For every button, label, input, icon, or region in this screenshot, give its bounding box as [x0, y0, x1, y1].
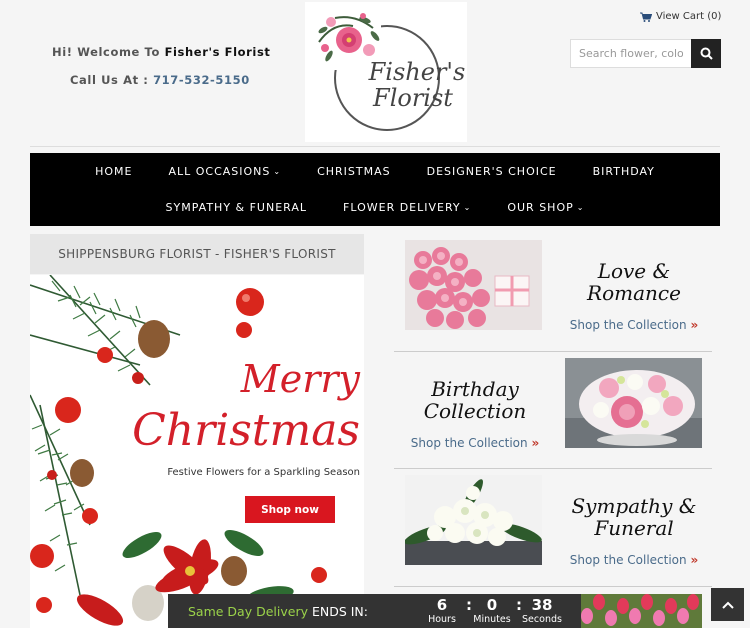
countdown-hours: 6 Hours — [418, 596, 466, 626]
shop-collection-link[interactable]: Shop the Collection » — [400, 436, 550, 450]
collection-title-line2: Romance — [587, 281, 681, 305]
countdown-label: Same Day Delivery ENDS IN: — [188, 604, 368, 619]
nav-item-flower-delivery[interactable]: FLOWER DELIVERY ⌄ — [325, 201, 489, 214]
countdown-timer: 6 Hours : 0 Minutes : 38 Seconds — [418, 596, 566, 626]
nav-label: DESIGNER'S CHOICE — [426, 165, 557, 178]
collection-image[interactable] — [565, 358, 702, 448]
countdown-hours-value: 6 — [436, 596, 448, 614]
main-nav: HOME ALL OCCASIONS ⌄ CHRISTMAS DESIGNER'S… — [30, 153, 720, 226]
double-chevron-right-icon: » — [690, 318, 699, 332]
nav-label: CHRISTMAS — [317, 165, 391, 178]
collection-image[interactable] — [405, 475, 542, 565]
nav-item-christmas[interactable]: CHRISTMAS — [299, 165, 409, 178]
chevron-down-icon: ⌄ — [273, 167, 282, 176]
welcome-shop-name: Fisher's Florist — [164, 45, 271, 59]
call-us-text: Call Us At : 717-532-5150 — [70, 73, 250, 87]
promo-merry-text: Merry — [240, 357, 360, 401]
collection-sympathy-funeral: Sympathy & Funeral Shop the Collection » — [394, 469, 712, 586]
welcome-prefix: Hi! Welcome To — [52, 45, 165, 59]
nav-item-home[interactable]: HOME — [77, 165, 150, 178]
collection-text: Sympathy & Funeral Shop the Collection » — [559, 495, 709, 567]
site-header: Hi! Welcome To Fisher's Florist Call Us … — [0, 0, 750, 146]
nav-row-2: SYMPATHY & FUNERAL FLOWER DELIVERY ⌄ OUR … — [30, 201, 720, 214]
funeral-spray-image — [405, 475, 542, 565]
nav-label: HOME — [95, 165, 133, 178]
nav-item-birthday[interactable]: BIRTHDAY — [575, 165, 673, 178]
shop-collection-link[interactable]: Shop the Collection » — [559, 318, 709, 332]
cart-icon — [640, 12, 652, 22]
collection-title-line1: Birthday — [431, 377, 519, 401]
search-button[interactable] — [691, 39, 721, 68]
nav-label: OUR SHOP — [507, 201, 574, 214]
collection-image-partial[interactable] — [565, 594, 702, 628]
double-chevron-right-icon: » — [690, 553, 699, 567]
countdown-label-highlight: Same Day Delivery — [188, 603, 308, 619]
nav-item-designers-choice[interactable]: DESIGNER'S CHOICE — [409, 165, 575, 178]
site-logo[interactable]: Fisher's Florist — [305, 2, 467, 142]
nav-row-1: HOME ALL OCCASIONS ⌄ CHRISTMAS DESIGNER'S… — [30, 165, 720, 178]
collection-divider — [394, 586, 712, 587]
birthday-bouquet-image — [565, 358, 702, 448]
nav-label: SYMPATHY & FUNERAL — [165, 201, 308, 214]
phone-link[interactable]: 717-532-5150 — [153, 73, 250, 87]
collection-title: Sympathy & Funeral — [559, 495, 709, 539]
same-day-delivery-countdown: Same Day Delivery ENDS IN: 6 Hours : 0 M… — [168, 594, 581, 628]
countdown-label-suffix: ENDS IN: — [307, 603, 368, 619]
welcome-text: Hi! Welcome To Fisher's Florist — [52, 45, 271, 59]
chevron-up-icon — [721, 601, 734, 609]
nav-item-sympathy-funeral[interactable]: SYMPATHY & FUNERAL — [148, 201, 325, 214]
nav-label: ALL OCCASIONS — [168, 165, 271, 178]
nav-item-our-shop[interactable]: OUR SHOP ⌄ — [489, 201, 602, 214]
logo-text-line2: Florist — [372, 84, 453, 112]
shop-collection-link[interactable]: Shop the Collection » — [559, 553, 709, 567]
collection-love-romance: Love & Romance Shop the Collection » — [394, 234, 712, 351]
countdown-minutes-label: Minutes — [473, 614, 511, 625]
chevron-down-icon: ⌄ — [463, 203, 472, 212]
nav-label: BIRTHDAY — [592, 165, 655, 178]
shop-collection-label: Shop the Collection — [569, 318, 687, 332]
countdown-seconds-label: Seconds — [522, 614, 562, 625]
collection-title: Love & Romance — [559, 260, 709, 304]
countdown-minutes-value: 0 — [486, 596, 498, 614]
double-chevron-right-icon: » — [531, 436, 540, 450]
promo-heading: SHIPPENSBURG FLORIST - FISHER'S FLORIST — [30, 234, 364, 274]
search-form — [570, 39, 721, 68]
collection-title-line2: Collection — [423, 399, 527, 423]
search-icon — [700, 47, 713, 60]
collection-title-line1: Love & — [597, 259, 671, 283]
collection-text: Birthday Collection Shop the Collection … — [400, 378, 550, 450]
promo-christmas-text: Christmas — [132, 405, 360, 456]
collection-title: Birthday Collection — [400, 378, 550, 422]
collection-birthday: Birthday Collection Shop the Collection … — [394, 352, 712, 469]
header-divider — [30, 146, 720, 147]
promo-tagline: Festive Flowers for a Sparkling Season — [167, 467, 360, 478]
logo-graphic: Fisher's Florist — [309, 10, 466, 131]
nav-item-all-occasions[interactable]: ALL OCCASIONS ⌄ — [150, 165, 299, 178]
shop-collection-label: Shop the Collection — [569, 553, 687, 567]
chevron-down-icon: ⌄ — [576, 203, 585, 212]
view-cart-link[interactable]: View Cart (0) — [640, 11, 721, 22]
collection-image[interactable] — [405, 240, 542, 330]
countdown-seconds: 38 Seconds — [518, 596, 566, 626]
back-to-top-button[interactable] — [711, 588, 744, 621]
collection-title-line1: Sympathy & — [571, 494, 697, 518]
collection-title-line2: Funeral — [594, 516, 674, 540]
search-input[interactable] — [570, 39, 691, 68]
cart-label: View Cart (0) — [656, 11, 722, 22]
countdown-hours-label: Hours — [428, 614, 456, 625]
collection-text: Love & Romance Shop the Collection » — [559, 260, 709, 332]
call-prefix: Call Us At : — [70, 73, 154, 87]
pink-roses-image — [405, 240, 542, 330]
countdown-minutes: 0 Minutes — [468, 596, 516, 626]
shop-collection-label: Shop the Collection — [410, 436, 528, 450]
shop-now-button[interactable]: Shop now — [245, 496, 335, 523]
countdown-seconds-value: 38 — [531, 596, 553, 614]
nav-label: FLOWER DELIVERY — [343, 201, 461, 214]
christmas-promo-banner[interactable]: Merry Christmas Festive Flowers for a Sp… — [30, 275, 364, 628]
logo-text-line1: Fisher's — [368, 58, 466, 86]
tulips-image — [565, 594, 702, 628]
